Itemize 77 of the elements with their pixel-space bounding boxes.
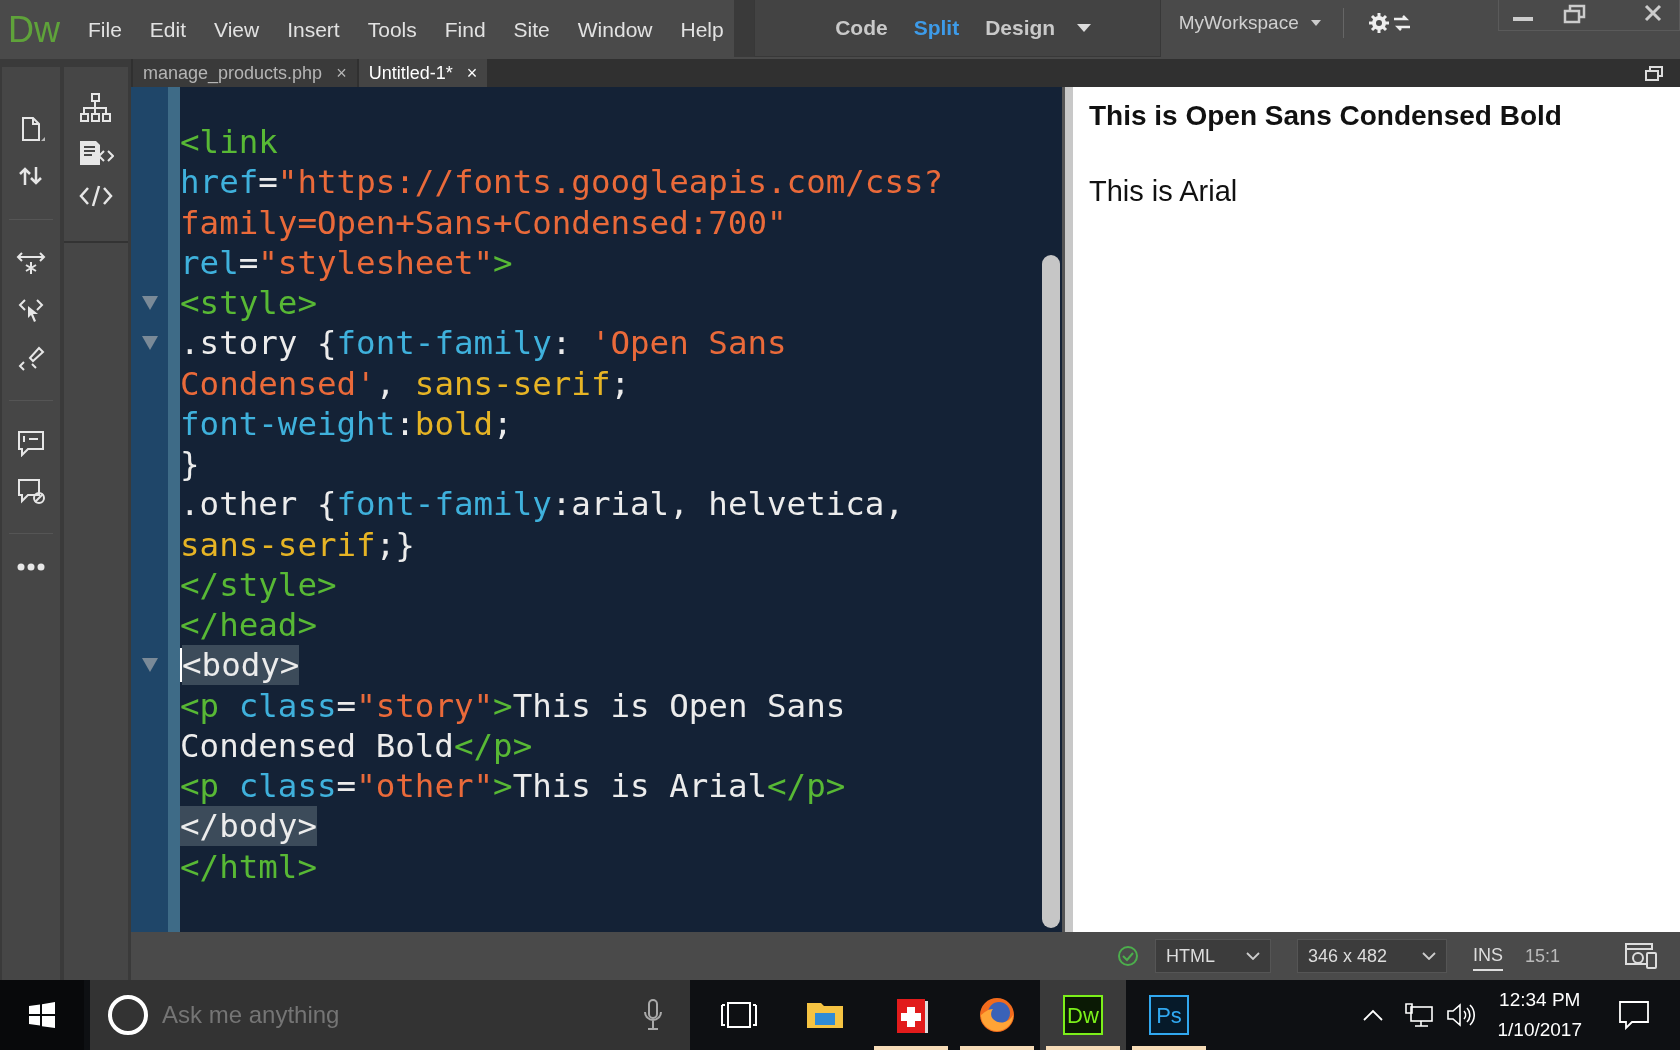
more-icon[interactable] (16, 562, 46, 572)
preview-text: This is Arial (1089, 174, 1239, 209)
chevron-up-icon[interactable] (1363, 1009, 1384, 1021)
code-line: Condensed Bold</p> (180, 725, 533, 766)
code-line: href="https://fonts.googleapis.com/css? (180, 162, 944, 203)
notifications-icon[interactable] (1618, 1000, 1650, 1030)
view-mode-button[interactable]: Design (972, 12, 1069, 44)
insert-mode-toggle[interactable]: INS (1472, 941, 1503, 971)
code-line: rel="stylesheet"> (180, 242, 513, 283)
chevron-down-icon (1421, 952, 1436, 960)
clock-time[interactable]: 12:34 PM (1497, 985, 1582, 1015)
windows-logo-icon[interactable] (29, 1002, 55, 1028)
close-tab-button[interactable]: × (466, 59, 478, 87)
caret-icon[interactable] (1076, 23, 1093, 33)
firefox-icon[interactable] (977, 995, 1017, 1035)
menu-item[interactable]: Find (430, 0, 500, 59)
menu-item[interactable]: Window (563, 0, 667, 59)
menu-item[interactable]: Tools (353, 0, 431, 59)
clock-date[interactable]: 1/10/2017 (1497, 1015, 1582, 1045)
code-line: family=Open+Sans+Condensed:700" (180, 202, 787, 243)
comment-blocked-icon[interactable] (16, 477, 46, 505)
view-mode-button[interactable]: Code (822, 12, 901, 44)
microphone-icon[interactable] (642, 998, 664, 1032)
workspace-dropdown[interactable]: MyWorkspace (1172, 7, 1305, 39)
code-line: <style> (180, 283, 317, 324)
code-line: </style> (180, 564, 337, 605)
fold-arrow-icon[interactable] (141, 336, 158, 351)
search-field[interactable]: Ask me anything (160, 996, 580, 1034)
code-line: font-weight:bold; (180, 403, 513, 444)
pane-splitter[interactable] (1062, 87, 1073, 932)
code-line: </head> (180, 605, 317, 646)
code-editor[interactable] (131, 87, 1040, 932)
code-line: Condensed', sans-serif; (180, 363, 631, 404)
document-code-icon[interactable] (78, 139, 114, 167)
preview-text: This is Open Sans Condensed Bold (1089, 99, 1563, 133)
code-line: <p class="other">This is Arial</p> (180, 766, 846, 807)
fold-arrow-icon[interactable] (141, 658, 158, 673)
code-line: .other {font-family:arial, helvetica, (180, 484, 904, 525)
dropdown[interactable]: 346 x 482 (1296, 939, 1447, 973)
sitemap-icon[interactable] (79, 93, 113, 123)
device-preview-icon[interactable] (1624, 942, 1658, 970)
brush-icon[interactable] (16, 344, 46, 372)
network-icon[interactable] (1403, 1002, 1434, 1028)
select-cursor-icon[interactable] (17, 296, 45, 324)
scrollbar-thumb[interactable] (1042, 255, 1060, 928)
app-logo: Dw (7, 8, 61, 52)
ps-app-icon[interactable]: Ps (1149, 995, 1189, 1035)
chevron-down-icon (1245, 952, 1260, 960)
cortana-circle-icon[interactable] (106, 993, 150, 1037)
menu-item[interactable]: Insert (273, 0, 354, 59)
menu-item[interactable]: View (200, 0, 274, 59)
search-bar[interactable]: Ask me anything (90, 980, 690, 1050)
volume-icon[interactable] (1445, 1002, 1476, 1028)
close-tab-button[interactable]: × (336, 59, 347, 87)
code-line: .story {font-family: 'Open Sans (180, 323, 787, 364)
document-tab[interactable]: manage_products.php × (133, 59, 357, 87)
menu-item[interactable]: Edit (135, 0, 201, 59)
code-line: sans-serif;} (180, 524, 415, 565)
fold-arrow-icon[interactable] (141, 296, 158, 311)
dw-app-icon[interactable]: Dw (1063, 995, 1103, 1035)
restore-icon[interactable] (1644, 64, 1664, 82)
caret-icon[interactable] (1310, 20, 1321, 26)
comment-icon[interactable] (16, 429, 46, 457)
code-icon[interactable] (79, 183, 113, 209)
menu-item[interactable]: File (74, 0, 136, 59)
document-tab[interactable]: Untitled-1* × (358, 59, 488, 87)
dropdown[interactable]: HTML (1154, 939, 1271, 973)
code-line: <link (180, 122, 278, 163)
settings-icon[interactable] (1367, 11, 1412, 35)
task-view-icon[interactable] (719, 1001, 759, 1029)
cursor-position: 15:1 (1524, 944, 1560, 968)
code-line: </html> (180, 846, 317, 887)
code-line: } (180, 444, 200, 485)
check-icon (1116, 945, 1139, 967)
menu-item[interactable]: Site (499, 0, 564, 59)
menu-item[interactable]: Help (666, 0, 738, 59)
code-line: <p class="story">This is Open Sans (180, 685, 846, 726)
